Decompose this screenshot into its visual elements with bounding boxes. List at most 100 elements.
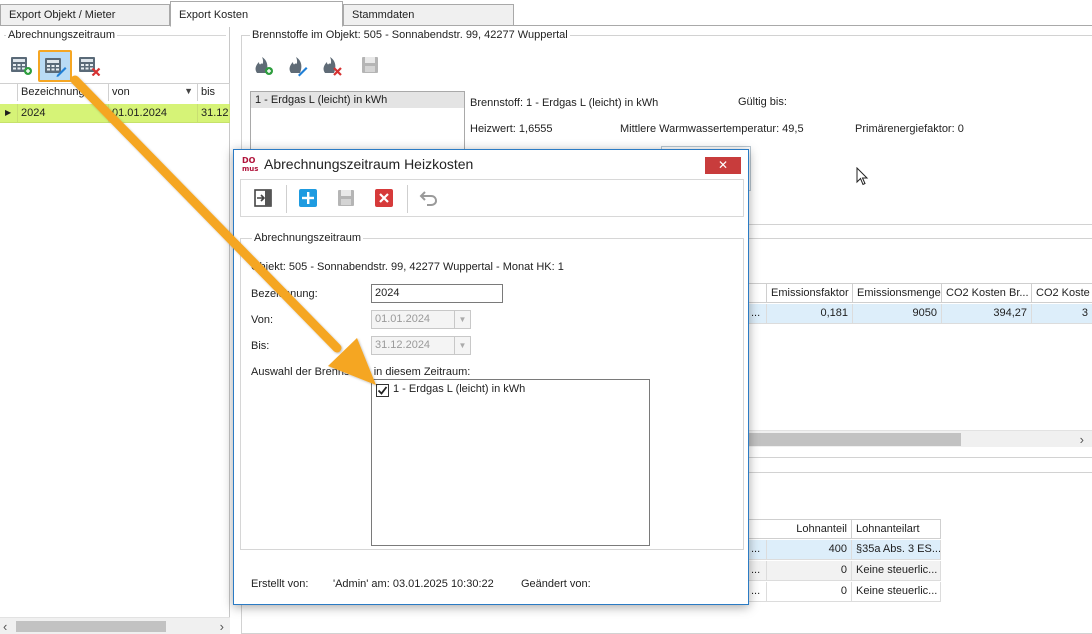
col-von[interactable]: von ▼ <box>109 84 198 101</box>
table-row[interactable]: ▶ 2024 01.01.2024 31.12.2024 <box>0 104 230 123</box>
exit-icon <box>254 189 272 207</box>
fuel-item-label: 1 - Erdgas L (leicht) in kWh <box>393 383 526 395</box>
fuel-checkbox[interactable] <box>376 384 389 397</box>
delete-icon <box>375 189 393 207</box>
left-group-title: Abrechnungszeitraum <box>6 29 118 41</box>
col-co2-koste[interactable]: CO2 Koste <box>1031 284 1092 303</box>
add-button[interactable] <box>295 185 321 211</box>
col-lohnanteilart[interactable]: Lohnanteilart <box>851 520 941 539</box>
calculator-add-icon <box>11 57 32 75</box>
bezeichnung-label: Bezeichnung: <box>251 288 318 300</box>
cell-von: 01.01.2024 <box>109 104 198 122</box>
undo-button[interactable] <box>416 185 442 211</box>
checkmark-icon <box>377 386 388 395</box>
calculator-delete-icon <box>79 57 101 76</box>
fuel-selection-list[interactable]: 1 - Erdgas L (leicht) in kWh <box>371 379 650 546</box>
dialog-title: Abrechnungszeitraum Heizkosten <box>264 156 474 172</box>
col-bezeichnung[interactable]: Bezeichnung <box>18 84 109 101</box>
cell-lohnanteilart: Keine steuerlic... <box>851 582 941 601</box>
warmwasser-label: Mittlere Warmwassertemperatur: 49,5 <box>620 123 804 135</box>
left-horizontal-scrollbar[interactable]: ‹ › <box>0 617 230 634</box>
cell-emissionsmenge: 9050 <box>852 304 941 323</box>
edit-fuel-button[interactable] <box>284 52 310 78</box>
col-emissionsfaktor[interactable]: Emissionsfaktor <box>766 284 852 303</box>
row-indicator-header <box>0 84 18 101</box>
toolbar-separator <box>286 185 287 213</box>
close-button[interactable]: ✕ <box>705 157 741 174</box>
left-panel: Abrechnungszeitraum Bezeichnung von ▼ bi… <box>0 26 230 634</box>
objekt-label: Objekt: 505 - Sonnabendstr. 99, 42277 Wu… <box>251 261 564 273</box>
brennstoff-label: Brennstoff: 1 - Erdgas L (leicht) in kWh <box>470 97 659 109</box>
sort-desc-icon: ▼ <box>184 86 193 96</box>
save-fuel-button[interactable] <box>357 52 383 78</box>
cell-lohnanteilart: Keine steuerlic... <box>851 561 941 580</box>
gueltig-bis-label: Gültig bis: <box>738 96 787 108</box>
undo-icon <box>419 191 438 206</box>
fuel-add-icon <box>255 57 273 75</box>
bis-date-picker[interactable]: 31.12.2024 ▼ <box>371 336 471 355</box>
bis-label: Bis: <box>251 340 270 352</box>
table-row[interactable]: ... 0 Keine steuerlic... <box>746 582 941 602</box>
mouse-cursor-icon <box>856 167 869 186</box>
table-row[interactable]: ... 0 Keine steuerlic... <box>746 561 941 581</box>
tab-bar: Export Objekt / Mieter Export Kosten Sta… <box>0 0 1092 27</box>
cell-lohnanteil: 0 <box>766 582 851 601</box>
cell-lohnanteil: 0 <box>766 561 851 580</box>
lohn-grid-header: Lohnanteil Lohnanteilart <box>746 519 941 539</box>
col-co2-kosten-br[interactable]: CO2 Kosten Br... <box>941 284 1031 303</box>
scroll-right-icon[interactable]: › <box>220 619 224 634</box>
save-icon <box>338 190 354 206</box>
delete-button[interactable] <box>371 185 397 211</box>
von-date-picker[interactable]: 01.01.2024 ▼ <box>371 310 471 329</box>
cell-bezeichnung: 2024 <box>18 104 109 122</box>
cell-co2-kosten: 394,27 <box>941 304 1031 323</box>
toolbar-separator <box>407 185 408 213</box>
edit-period-button[interactable] <box>38 50 72 82</box>
cell-lohnanteilart: §35a Abs. 3 ES... <box>851 540 941 559</box>
tab-export-objekt-mieter[interactable]: Export Objekt / Mieter <box>0 4 170 26</box>
dialog-toolbar <box>240 179 744 217</box>
cell-bis: 31.12.2024 <box>198 104 230 122</box>
heizwert-label: Heizwert: 1,6555 <box>470 123 553 135</box>
erstellt-value: 'Admin' am: 03.01.2025 10:30:22 <box>333 578 494 590</box>
scroll-left-icon[interactable]: ‹ <box>3 619 7 634</box>
geaendert-label: Geändert von: <box>521 578 591 590</box>
add-fuel-button[interactable] <box>250 52 276 78</box>
cell-truncated: ... <box>746 540 766 559</box>
cell-truncated: ... <box>746 561 766 580</box>
save-button[interactable] <box>333 185 359 211</box>
row-pointer-icon: ▶ <box>0 104 18 122</box>
add-period-button[interactable] <box>8 52 34 78</box>
dialog-group-title: Abrechnungszeitraum <box>252 232 364 244</box>
bezeichnung-input[interactable]: 2024 <box>371 284 503 303</box>
scroll-right-icon[interactable]: › <box>1080 432 1084 447</box>
col-bis[interactable]: bis <box>198 84 230 101</box>
auswahl-label: Auswahl der Brennstoffe in diesem Zeitra… <box>251 366 471 378</box>
chevron-down-icon[interactable]: ▼ <box>454 337 470 354</box>
scroll-thumb[interactable] <box>746 433 961 446</box>
erstellt-label: Erstellt von: <box>251 578 309 590</box>
cell-truncated: ... <box>746 582 766 601</box>
tab-export-kosten[interactable]: Export Kosten <box>170 1 343 27</box>
brennstoffe-group-title: Brennstoffe im Objekt: 505 - Sonnabendst… <box>250 29 570 41</box>
cell-lohnanteil: 400 <box>766 540 851 559</box>
fuel-edit-icon <box>289 57 308 77</box>
close-icon: ✕ <box>717 158 729 172</box>
primaerenergiefaktor-label: Primärenergiefaktor: 0 <box>855 123 964 135</box>
col-emissionsmenge[interactable]: Emissionsmenge <box>852 284 941 303</box>
tab-stammdaten[interactable]: Stammdaten <box>343 4 514 26</box>
save-icon <box>362 57 378 73</box>
von-label: Von: <box>251 314 274 326</box>
exit-button[interactable] <box>250 185 276 211</box>
grid-horizontal-scrollbar[interactable]: › <box>746 430 1092 447</box>
delete-fuel-button[interactable] <box>318 52 344 78</box>
col-lohnanteil[interactable]: Lohnanteil <box>746 520 851 539</box>
delete-period-button[interactable] <box>76 52 102 78</box>
fuel-list-item[interactable]: 1 - Erdgas L (leicht) in kWh <box>251 92 464 108</box>
table-row[interactable]: ... 400 §35a Abs. 3 ES... <box>746 540 941 560</box>
scroll-thumb[interactable] <box>16 621 166 632</box>
chevron-down-icon[interactable]: ▼ <box>454 311 470 328</box>
abrechnungszeitraum-dialog: DO mus Abrechnungszeitraum Heizkosten ✕ <box>233 149 749 605</box>
calculator-edit-icon <box>45 58 67 77</box>
cell-co2-koste: 3 <box>1031 304 1092 323</box>
